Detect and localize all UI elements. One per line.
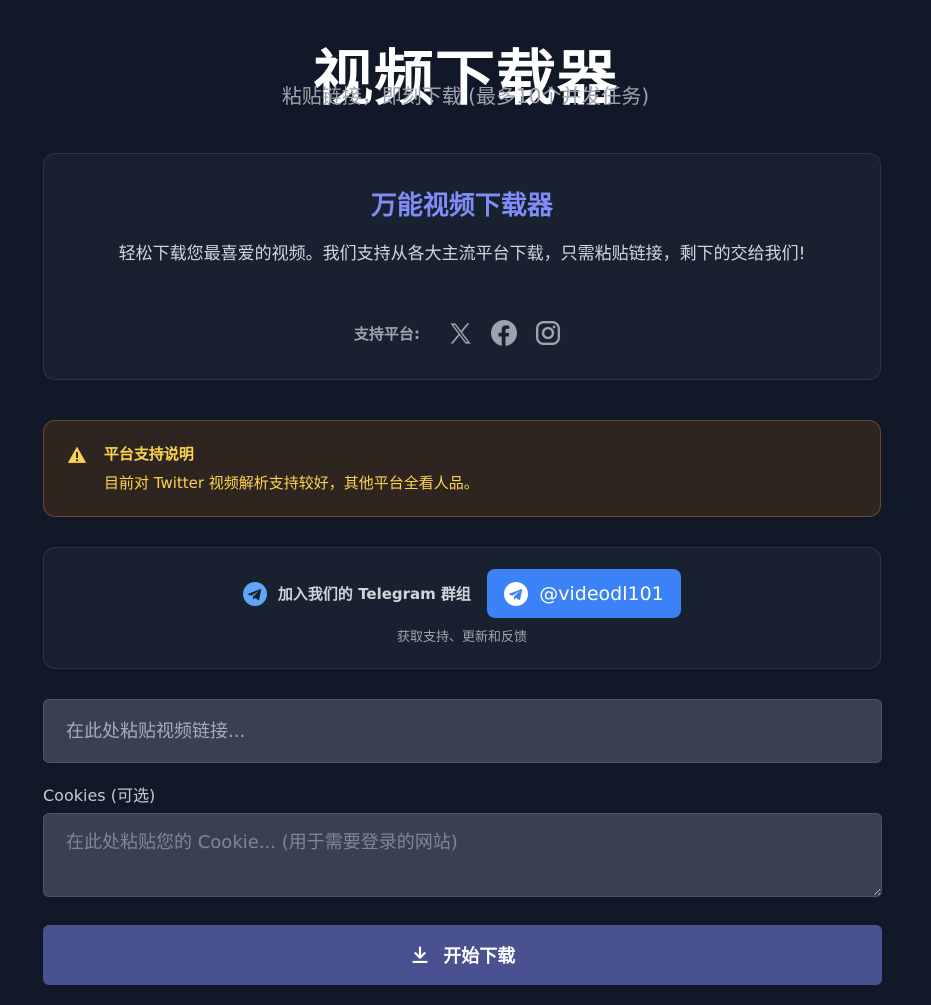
start-download-label: 开始下载 bbox=[443, 946, 516, 967]
telegram-group-button[interactable]: @videodl101 bbox=[487, 569, 682, 618]
telegram-card: 加入我们的 Telegram 群组 @videodl101 获取支持、更新和反馈 bbox=[43, 547, 881, 669]
telegram-icon bbox=[242, 581, 267, 606]
supported-platforms-label: 支持平台: bbox=[354, 324, 420, 343]
intro-title: 万能视频下载器 bbox=[370, 191, 553, 221]
page-subtitle: 粘贴链接，即刻下载 (最多10个并发任务) bbox=[281, 84, 650, 108]
telegram-note: 获取支持、更新和反馈 bbox=[396, 630, 527, 645]
telegram-button-label: @videodl101 bbox=[539, 582, 664, 605]
intro-description: 轻松下载您最喜爱的视频。我们支持从各大主流平台下载，只需粘贴链接，剩下的交给我们… bbox=[118, 244, 806, 264]
facebook-icon bbox=[489, 318, 519, 348]
download-icon bbox=[412, 946, 427, 963]
telegram-icon bbox=[504, 581, 529, 606]
telegram-row: 加入我们的 Telegram 群组 @videodl101 bbox=[44, 569, 880, 618]
supported-platforms: 支持平台: bbox=[44, 318, 880, 348]
telegram-label: 加入我们的 Telegram 群组 bbox=[277, 585, 472, 603]
warning-notice: 平台支持说明 目前对 Twitter 视频解析支持较好，其他平台全看人品。 bbox=[43, 420, 881, 517]
warning-icon bbox=[67, 446, 87, 463]
start-download-button[interactable]: 开始下载 bbox=[43, 925, 882, 985]
warning-text: 目前对 Twitter 视频解析支持较好，其他平台全看人品。 bbox=[104, 474, 479, 492]
instagram-icon bbox=[533, 318, 563, 348]
cookies-input[interactable] bbox=[43, 813, 882, 897]
warning-title: 平台支持说明 bbox=[104, 445, 195, 463]
cookies-label: Cookies (可选) bbox=[43, 786, 156, 805]
intro-card: 万能视频下载器 轻松下载您最喜爱的视频。我们支持从各大主流平台下载，只需粘贴链接… bbox=[43, 153, 881, 380]
video-url-input[interactable] bbox=[43, 699, 882, 763]
x-icon bbox=[445, 318, 475, 348]
